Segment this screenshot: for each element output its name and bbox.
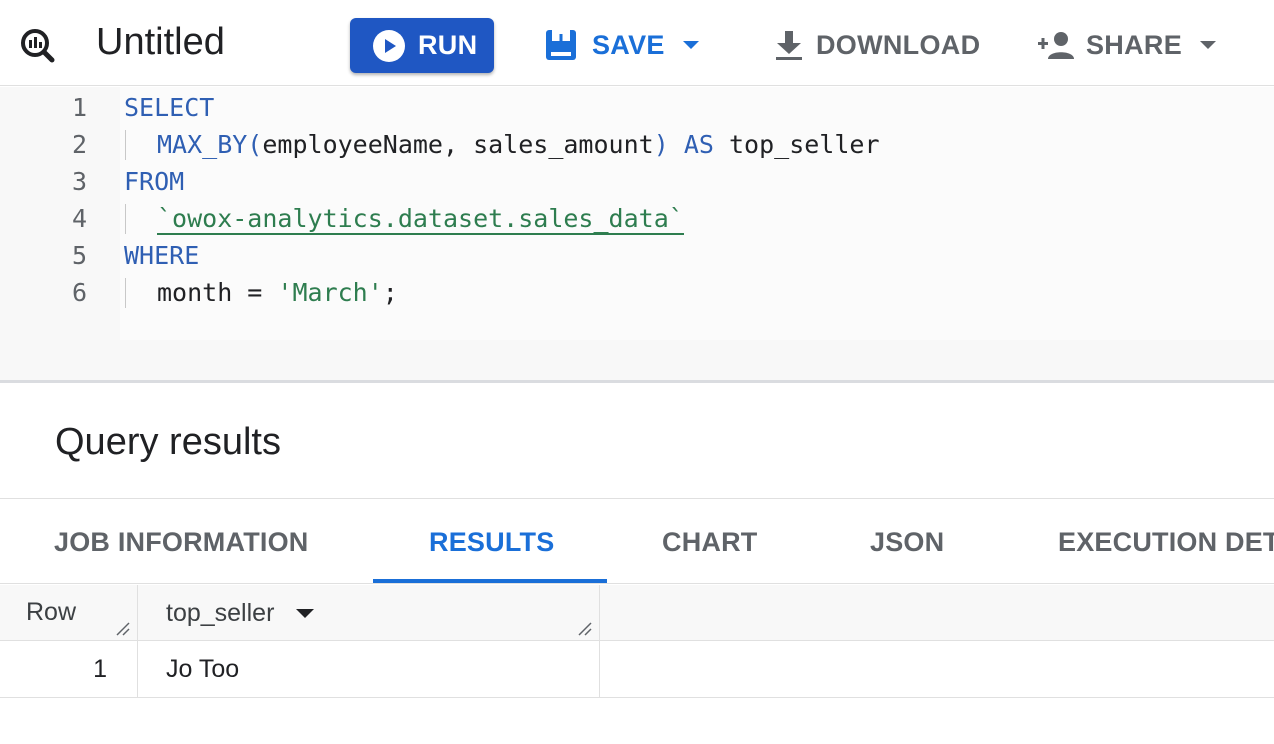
sql-editor[interactable]: 1 SELECT 2 MAX_BY(employeeName, sales_amoun…	[0, 87, 1274, 383]
active-tab-indicator	[373, 579, 607, 583]
code-line[interactable]: 5 WHERE	[0, 237, 1274, 274]
tab-job-information[interactable]: JOB INFORMATION	[54, 499, 309, 583]
tab-results[interactable]: RESULTS	[429, 499, 554, 583]
table-header: Row top_seller	[0, 585, 1274, 641]
chevron-down-icon	[1200, 41, 1217, 49]
code-token: )	[653, 130, 669, 159]
run-button[interactable]: RUN	[350, 18, 494, 73]
code-line[interactable]: 4 `owox-analytics.dataset.sales_data`	[0, 200, 1274, 237]
toolbar: Untitled RUN SAVE DOWNLOAD SHARE	[0, 0, 1274, 86]
code-line[interactable]: 6 month = 'March';	[0, 274, 1274, 311]
query-title[interactable]: Untitled	[96, 20, 225, 64]
code-token: employeeName, sales_amount	[262, 130, 654, 159]
code-text: `owox-analytics.dataset.sales_data`	[124, 200, 684, 237]
column-header-label: top_seller	[166, 599, 275, 627]
download-button-label: DOWNLOAD	[816, 29, 981, 60]
code-token: AS	[668, 130, 729, 159]
code-line[interactable]: 2 MAX_BY(employeeName, sales_amount) AS t…	[0, 126, 1274, 163]
code-token: top_seller	[728, 130, 880, 159]
code-text: WHERE	[124, 237, 199, 274]
top-seller-cell[interactable]: Jo Too	[138, 641, 600, 697]
tab-json[interactable]: JSON	[870, 499, 944, 583]
results-tabs: JOB INFORMATION RESULTS CHART JSON EXECU…	[0, 498, 1274, 584]
line-number: 2	[71, 130, 87, 159]
download-icon	[776, 31, 802, 60]
line-number: 1	[71, 93, 87, 122]
code-line[interactable]: 3 FROM	[0, 163, 1274, 200]
column-header-row: Row	[0, 585, 138, 641]
save-button-label: SAVE	[592, 29, 665, 60]
column-resize-icon[interactable]	[575, 619, 593, 637]
line-number: 5	[71, 241, 87, 270]
code-token: `owox-analytics.dataset.sales_data`	[157, 204, 684, 235]
share-button[interactable]: SHARE	[1036, 24, 1217, 66]
code-token: FROM	[124, 167, 185, 196]
table-row: 1 Jo Too	[0, 641, 1274, 698]
play-circle-icon	[373, 29, 405, 62]
code-text: SELECT	[124, 89, 214, 126]
tab-execution-details[interactable]: EXECUTION DETAILS	[1058, 499, 1274, 583]
bigquery-icon	[21, 29, 55, 63]
person-add-icon	[1038, 32, 1074, 59]
column-header-top-seller[interactable]: top_seller	[138, 585, 600, 641]
code-token: MAX_BY(	[157, 130, 263, 159]
code-text: month = 'March';	[124, 274, 398, 311]
code-token: month =	[157, 278, 278, 307]
run-button-label: RUN	[418, 30, 478, 60]
sort-dropdown-icon[interactable]	[296, 608, 315, 618]
code-token: ;	[382, 278, 398, 307]
results-title: Query results	[55, 421, 281, 463]
line-number: 4	[71, 204, 87, 233]
column-resize-icon[interactable]	[113, 619, 131, 637]
code-token: SELECT	[124, 93, 215, 122]
line-number: 6	[71, 278, 87, 307]
share-button-label: SHARE	[1086, 29, 1183, 60]
code-text: FROM	[124, 163, 184, 200]
row-number-cell: 1	[0, 641, 138, 697]
code-line[interactable]: 1 SELECT	[0, 89, 1274, 126]
chevron-down-icon	[682, 41, 699, 49]
code-token: WHERE	[124, 241, 200, 270]
code-token: 'March'	[277, 278, 383, 307]
line-number: 3	[71, 167, 87, 196]
code-text: MAX_BY(employeeName, sales_amount) AS to…	[124, 126, 880, 163]
column-header-label: Row	[26, 598, 77, 626]
save-icon	[546, 30, 576, 60]
download-button[interactable]: DOWNLOAD	[774, 24, 980, 66]
save-button[interactable]: SAVE	[544, 24, 699, 66]
tab-chart[interactable]: CHART	[662, 499, 758, 583]
